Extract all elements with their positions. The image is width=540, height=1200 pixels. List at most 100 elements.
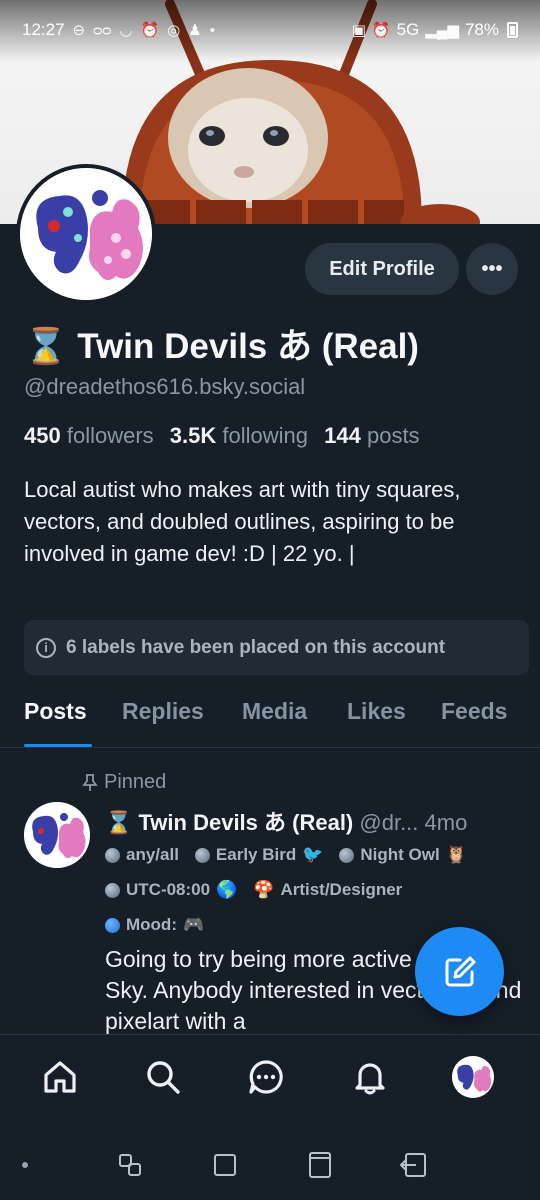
compose-icon [445,956,475,986]
minus-circle-icon: ⊖ [72,22,86,39]
back-icon [400,1153,426,1177]
recents-icon [119,1154,141,1176]
pinned-indicator: Pinned [82,771,166,794]
post-avatar-art [24,802,90,868]
alarm-icon: ⏰ [140,22,160,39]
tab-feeds[interactable]: Feeds [441,698,507,725]
dot-icon [22,1162,28,1168]
post-author-name[interactable]: ⌛ Twin Devils あ (Real) [105,810,353,835]
tab-posts[interactable]: Posts [24,698,87,725]
tab-media[interactable]: Media [242,698,307,725]
badge-any-all-label: any/all [126,845,179,864]
tab-replies[interactable]: Replies [122,698,204,725]
mood-icon [105,917,120,933]
badge-any-all[interactable]: any/all [105,845,179,865]
home-icon [44,1061,76,1093]
post-time[interactable]: 4mo [425,810,468,835]
tab-likes[interactable]: Likes [347,698,406,725]
profile-avatar[interactable] [16,164,156,304]
voicemail-icon: ᴑᴑ [93,21,112,39]
bird-icon: 🐦 [302,845,324,864]
followers-link[interactable]: 450 followers [24,423,154,448]
badge-artist[interactable]: 🍄 Artist/Designer [253,880,402,900]
avatar-art [20,168,152,300]
post-header: ⌛ Twin Devils あ (Real) @dr... 4mo [105,805,525,837]
alarm-clock-icon: ⏰ [371,22,391,39]
nav-home[interactable] [38,1055,82,1099]
notification-icon: ◡ [119,22,133,39]
display-name: ⌛ Twin Devils あ (Real) [24,327,419,366]
badge-early-bird[interactable]: Early Bird 🐦 [194,845,324,865]
following-count: 3.5K [169,423,217,448]
posts-stat: 144 posts [324,423,419,448]
network-type: 5G [396,20,420,39]
nav-notifications[interactable] [348,1055,392,1099]
badge-row-2: UTC-08:00 🌎 🍄 Artist/Designer [105,880,402,900]
search-icon [147,1061,180,1094]
globe-icon [194,847,210,863]
badge-timezone[interactable]: UTC-08:00 🌎 [105,880,237,900]
recent-apps-button[interactable] [115,1150,145,1180]
bell-icon [355,1063,385,1095]
mushroom-icon: 🍄 [253,880,275,899]
document-icon [309,1152,331,1178]
more-options-button[interactable]: ••• [466,243,518,295]
home-system-button[interactable] [210,1150,240,1180]
dot-icon: • [209,21,215,39]
signal-icon: ▂▄▆ [425,22,459,39]
badge-night-owl[interactable]: Night Owl 🦉 [339,845,467,865]
profile-bio: Local autist who makes art with tiny squ… [24,477,461,566]
following-link[interactable]: 3.5K following [170,423,308,448]
nav-chat[interactable] [244,1055,288,1099]
app-icon: ♟ [188,22,202,39]
battery-percent: 78% [464,20,499,39]
badge-night-owl-label: Night Owl [360,845,440,864]
gamepad-icon: 🎮 [182,915,205,934]
badge-row-3: Mood: 🎮 [105,915,204,935]
back-button[interactable] [398,1150,428,1180]
badge-artist-label: Artist/Designer [280,880,403,899]
active-tab-indicator [24,744,92,747]
badge-timezone-label: UTC-08:00 [126,880,211,899]
labels-notice-text: 6 labels have been placed on this accoun… [66,636,446,658]
post-author-avatar[interactable] [24,802,90,868]
globe-icon [105,882,120,898]
square-icon [214,1154,236,1176]
profile-stats: 450 followers 3.5K following 144 posts [24,423,420,449]
profile-tabs: Posts Replies Media Likes Feeds [0,690,540,748]
followers-label: followers [66,423,154,448]
badge-early-bird-label: Early Bird [215,845,297,864]
tablet-button[interactable] [305,1150,335,1180]
profile-avatar-icon [452,1056,494,1098]
following-label: following [222,423,308,448]
badge-mood[interactable]: Mood: 🎮 [105,915,204,935]
nav-search[interactable] [141,1055,185,1099]
info-icon: i [36,637,56,658]
globe-icon [339,847,355,863]
nav-profile[interactable] [452,1056,494,1098]
slash-icon [105,847,120,863]
lock-icon: ▣ [351,22,366,39]
owl-icon: 🦉 [445,845,467,864]
labels-notice[interactable]: i 6 labels have been placed on this acco… [24,620,529,675]
battery-icon [507,22,518,38]
posts-count: 144 [324,423,361,448]
post-author-handle[interactable]: @dr... [359,810,418,835]
edit-profile-button[interactable]: Edit Profile [305,243,459,295]
chat-icon [249,1060,283,1094]
pin-icon [82,773,98,791]
followers-count: 450 [24,423,61,448]
status-bar: 12:27 ⊖ ᴑᴑ ◡ ⏰ ◎ ♟ • ▣ ⏰ 5G ▂▄▆ 78% [0,0,540,62]
posts-label: posts [366,423,420,448]
profile-handle: @dreadethos616.bsky.social [24,374,306,399]
pinned-label: Pinned [104,771,167,793]
status-time: 12:27 [22,20,65,39]
nav-dot-button[interactable] [10,1150,40,1180]
bottom-navigation [0,1034,540,1124]
badge-row-1: any/all Early Bird 🐦 Night Owl 🦉 [105,845,467,865]
badge-mood-label: Mood: [126,915,177,934]
earth-icon: 🌎 [216,880,238,899]
system-navigation-bar [0,1124,540,1200]
compose-post-button[interactable] [415,927,504,1016]
sync-icon: ◎ [167,22,181,39]
